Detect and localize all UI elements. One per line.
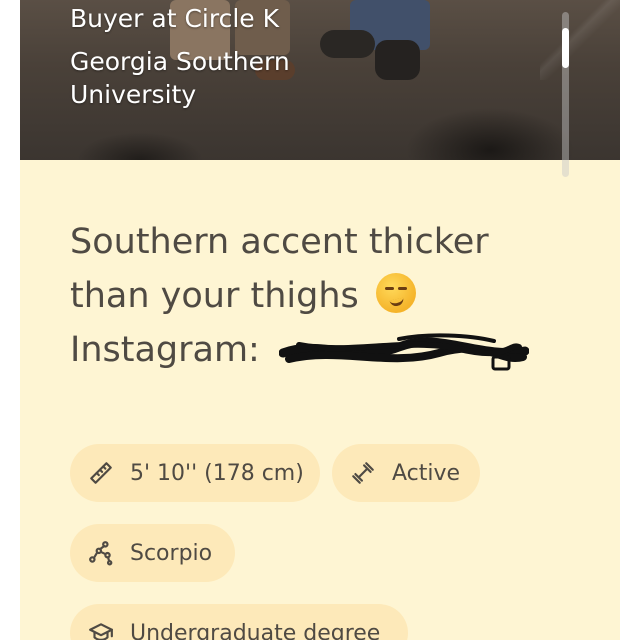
zodiac-value: Scorpio [130, 540, 213, 566]
school-name: Georgia Southern University [70, 47, 290, 109]
redaction-scribble-icon [279, 333, 529, 371]
job-title: Buyer at Circle K [70, 4, 280, 33]
activity-value: Active [392, 460, 461, 486]
zodiac-chip: Scorpio [70, 524, 235, 582]
constellation-icon [89, 541, 113, 566]
redacted-instagram-handle [279, 329, 529, 371]
education-chip: Undergraduate degree [70, 604, 408, 640]
scrollbar-thumb[interactable] [562, 28, 569, 68]
smirking-face-emoji-icon [375, 273, 416, 313]
activity-chip: Active [332, 444, 480, 502]
height-chip: 5' 10'' (178 cm) [70, 444, 320, 502]
profile-photo[interactable]: Buyer at Circle K Georgia Southern Unive… [20, 0, 620, 160]
height-value: 5' 10'' (178 cm) [130, 460, 304, 486]
bio-line-2: than your thighs [70, 276, 359, 316]
bio-line-1: Southern accent thicker [70, 222, 489, 262]
graduation-cap-icon [89, 623, 113, 640]
ruler-icon [90, 462, 112, 484]
education-value: Undergraduate degree [130, 620, 381, 640]
instagram-label: Instagram: [70, 330, 260, 370]
profile-card: Buyer at Circle K Georgia Southern Unive… [20, 0, 620, 640]
bio-text: Southern accent thicker than your thighs… [70, 215, 590, 377]
dumbbell-icon [352, 462, 374, 484]
